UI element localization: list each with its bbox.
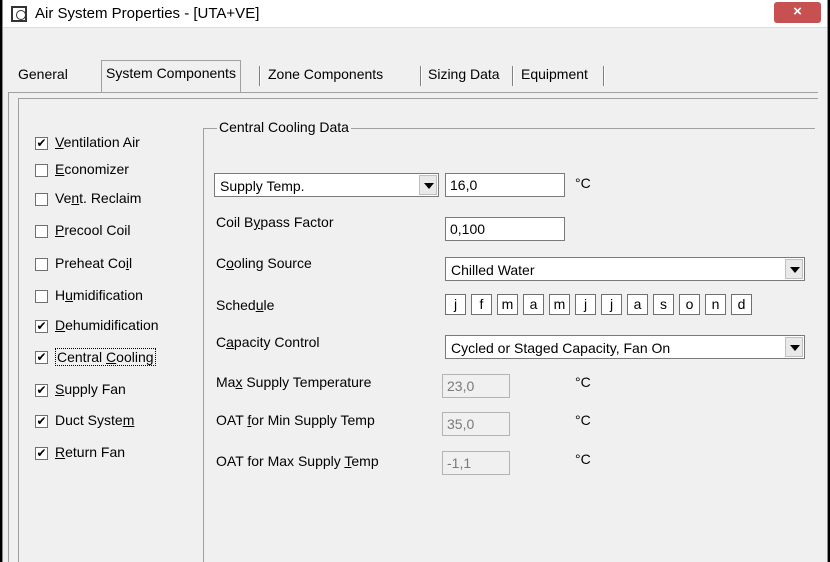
checkbox-label: Vent. Reclaim [55,190,142,206]
cooling-source-value: Chilled Water [451,262,535,278]
checkbox-label: Humidification [55,287,143,303]
tab-separator [420,66,422,86]
checkbox-label: Return Fan [55,444,126,460]
tab-general[interactable]: General [18,64,68,92]
checkbox-label: Preheat Coil [55,255,133,271]
max-supply-temp-input[interactable]: 23,0 [442,374,510,398]
oat-min-supply-input[interactable]: 35,0 [442,412,510,436]
oat-max-supply-label: OAT for Max Supply Temp [216,453,379,469]
schedule-month-toggle[interactable]: o [679,294,700,315]
schedule-label: Schedule [216,297,275,313]
checkbox-label: Precool Coil [55,222,131,238]
checkbox[interactable] [35,225,48,238]
supply-temp-input[interactable]: 16,0 [445,173,565,197]
checkbox[interactable]: ✔ [35,137,48,150]
schedule-month-toggle[interactable]: f [471,294,492,315]
max-supply-temp-unit: °C [575,374,591,390]
checkbox-label: Economizer [55,161,129,177]
max-supply-temp-label: Max Supply Temperature [216,374,372,390]
checkbox[interactable]: ✔ [35,447,48,460]
checkbox[interactable] [35,193,48,206]
schedule-month-toggle[interactable]: a [523,294,544,315]
checkbox[interactable]: ✔ [35,384,48,397]
schedule-month-toggle[interactable]: s [653,294,674,315]
checkbox[interactable] [35,290,48,303]
supply-temp-unit: °C [575,175,591,191]
checkbox[interactable] [35,164,48,177]
checkbox[interactable] [35,258,48,271]
checkbox-label: Ventilation Air [55,134,140,150]
coil-bypass-input[interactable]: 0,100 [445,217,565,241]
oat-max-supply-unit: °C [575,451,591,467]
tab-sizing-data[interactable]: Sizing Data [428,64,500,92]
title-bar: Air System Properties - [UTA+VE] × [3,0,827,28]
window-title: Air System Properties - [UTA+VE] [35,5,260,22]
checkbox-label: Duct System [55,412,135,428]
schedule-month-toggle[interactable]: d [731,294,752,315]
schedule-month-toggle[interactable]: j [601,294,622,315]
oat-min-supply-unit: °C [575,412,591,428]
capacity-control-label: Capacity Control [216,334,320,350]
checkbox-label: Central Cooling [55,348,156,366]
app-icon [11,6,27,22]
schedule-month-toggle[interactable]: m [549,294,570,315]
schedule-month-toggle[interactable]: a [627,294,648,315]
close-button[interactable]: × [774,2,821,23]
tab-separator [512,66,514,86]
chevron-down-icon[interactable] [785,337,803,357]
cooling-source-select[interactable]: Chilled Water [445,257,805,281]
checkbox-label: Supply Fan [55,381,126,397]
supply-temp-select[interactable]: Supply Temp. [214,173,439,197]
coil-bypass-label: Coil Bypass Factor [216,214,334,230]
tab-separator [603,66,605,86]
schedule-month-toggle[interactable]: n [705,294,726,315]
tab-strip: General System Components Zone Component… [10,60,816,92]
schedule-month-toggle[interactable]: j [445,294,466,315]
supply-temp-select-value: Supply Temp. [220,178,305,194]
checkbox-label: Dehumidification [55,317,159,333]
schedule-month-toggle[interactable]: j [575,294,596,315]
chevron-down-icon[interactable] [419,175,437,195]
checkbox[interactable]: ✔ [35,320,48,333]
checkbox[interactable]: ✔ [35,351,48,364]
oat-max-supply-input[interactable]: -1,1 [442,451,510,475]
tab-separator [259,66,261,86]
checkbox[interactable]: ✔ [35,415,48,428]
capacity-control-value: Cycled or Staged Capacity, Fan On [451,340,671,356]
oat-min-supply-label: OAT for Min Supply Temp [216,412,375,428]
schedule-month-toggle[interactable]: m [497,294,518,315]
group-title: Central Cooling Data [217,119,351,135]
tab-system-components[interactable]: System Components [101,60,241,92]
cooling-source-label: Cooling Source [216,255,312,271]
capacity-control-select[interactable]: Cycled or Staged Capacity, Fan On [445,335,805,359]
chevron-down-icon[interactable] [785,259,803,279]
tab-equipment[interactable]: Equipment [521,64,588,92]
tab-zone-components[interactable]: Zone Components [268,64,383,92]
